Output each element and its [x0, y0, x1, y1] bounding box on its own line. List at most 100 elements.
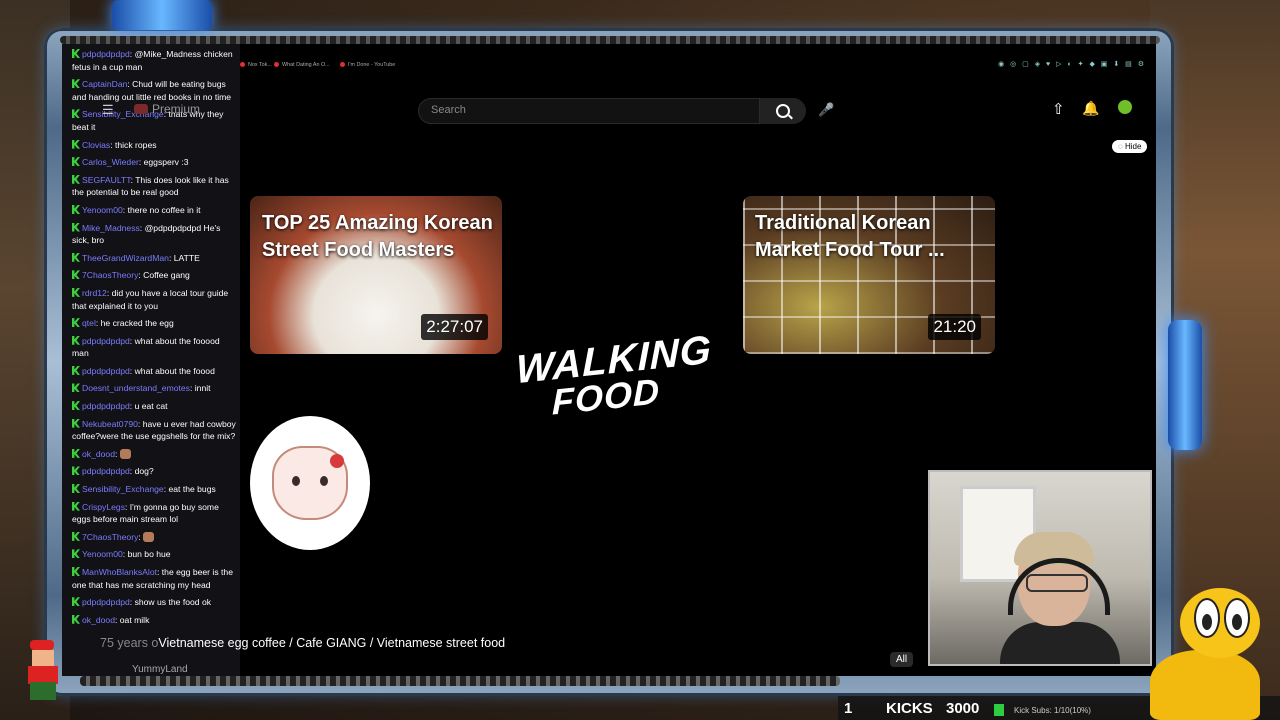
- kick-logo-icon: [994, 704, 1004, 716]
- video-title: TOP 25 Amazing Korean Street Food Master…: [262, 212, 493, 261]
- frame-top-bar: [60, 36, 1160, 44]
- chat-username[interactable]: CrispyLegs: [82, 502, 125, 512]
- chat-text: bun bo hue: [127, 549, 171, 560]
- youtube-logo[interactable]: Premium: [134, 102, 200, 116]
- chat-username[interactable]: Mike_Madness: [82, 223, 140, 233]
- microphone-icon[interactable]: 🎤: [818, 102, 834, 118]
- extension-icons[interactable]: ◉ ◎ ▢ ◈ ♥ ▷ ◐ ✦ ◆ ▣ ⬇ ▤ ⚙: [998, 60, 1146, 68]
- chat-username[interactable]: pdpdpdpdpd: [82, 401, 130, 411]
- chat-username[interactable]: SEGFAULTT: [82, 175, 131, 185]
- chat-text: eggsperv :3: [143, 157, 189, 168]
- kick-badge-icon: [72, 614, 80, 624]
- hide-button[interactable]: ◌ Hide: [1112, 140, 1148, 153]
- kick-badge-icon: [72, 252, 80, 262]
- chat-message: Yenoom00: there no coffee in it: [72, 204, 236, 217]
- chat-message: qtel: he cracked the egg: [72, 317, 236, 330]
- frame-bottom-bar: [80, 676, 840, 686]
- kick-badge-icon: [72, 79, 80, 89]
- kick-badge-icon: [72, 139, 80, 149]
- chat-message: Sensibility_Exchange: eat the bugs: [72, 483, 236, 496]
- kick-badge-icon: [72, 287, 80, 297]
- chat-text: dog?: [134, 466, 154, 477]
- avatar[interactable]: [1118, 100, 1132, 114]
- chat-message: Nekubeat0790: have u ever had cowboy cof…: [72, 418, 236, 442]
- chat-username[interactable]: 7ChaosTheory: [82, 532, 138, 542]
- upload-icon[interactable]: ⇧: [1052, 100, 1065, 118]
- chat-username[interactable]: ManWhoBlanksAlot: [82, 567, 157, 577]
- chat-username[interactable]: ok_dood: [82, 615, 115, 625]
- kick-badge-icon: [72, 270, 80, 280]
- kick-badge-icon: [72, 365, 80, 375]
- chat-list: pdpdpdpdpd: @Mike_Madness chicken fetus …: [72, 48, 236, 626]
- chat-username[interactable]: pdpdpdpdpd: [82, 466, 130, 476]
- emote-icon: [119, 448, 131, 459]
- walking-food-logo: WALKING FOOD: [516, 327, 712, 423]
- chat-text: he cracked the egg: [100, 318, 174, 329]
- channel-name: YummyLand: [132, 664, 188, 675]
- mario-character: [22, 636, 68, 706]
- chat-text: eat the bugs: [168, 484, 216, 495]
- chat-username[interactable]: ok_dood: [82, 449, 115, 459]
- filter-chip-all[interactable]: All: [890, 652, 914, 667]
- kick-badge-icon: [72, 335, 80, 345]
- kick-badge-icon: [72, 466, 80, 476]
- chat-username[interactable]: Sensibility_Exchange: [82, 484, 164, 494]
- search-icon: [776, 104, 790, 118]
- video-card[interactable]: Traditional Korean Market Food Tour ... …: [743, 196, 995, 354]
- kicks-count: 1: [844, 700, 853, 717]
- kick-badge-icon: [72, 531, 80, 541]
- kicks-label: KICKS: [886, 700, 933, 717]
- chat-message: ok_dood: oat milk: [72, 614, 236, 627]
- chat-username[interactable]: Nekubeat0790: [82, 419, 138, 429]
- webcam-feed: [928, 470, 1152, 666]
- kick-badge-icon: [72, 204, 80, 214]
- bell-icon[interactable]: 🔔: [1082, 100, 1099, 117]
- chat-username[interactable]: Doesnt_understand_emotes: [82, 383, 190, 393]
- chat-text: LATTE: [173, 252, 200, 263]
- chat-message: pdpdpdpdpd: u eat cat: [72, 400, 236, 413]
- chat-username[interactable]: pdpdpdpdpd: [82, 49, 130, 59]
- chat-message: Clovias: thick ropes: [72, 139, 236, 152]
- chat-username[interactable]: TheeGrandWizardMan: [82, 253, 169, 263]
- browser-tab[interactable]: Nox Tok...: [240, 62, 272, 68]
- kick-badge-icon: [72, 157, 80, 167]
- kick-badge-icon: [72, 383, 80, 393]
- browser-tab[interactable]: I'm Done - YouTube: [340, 62, 395, 68]
- kick-badge-icon: [72, 501, 80, 511]
- kick-badge-icon: [72, 448, 80, 458]
- browser-tab[interactable]: What Dating An O...: [274, 62, 330, 68]
- video-duration: 2:27:07: [421, 314, 488, 340]
- chat-username[interactable]: Clovias: [82, 140, 110, 150]
- chat-username[interactable]: CaptainDan: [82, 79, 127, 89]
- chat-message: SEGFAULTT: This does look like it has th…: [72, 174, 229, 198]
- video-card[interactable]: TOP 25 Amazing Korean Street Food Master…: [250, 196, 502, 354]
- chat-username[interactable]: rdrd12: [82, 288, 107, 298]
- kick-badge-icon: [72, 318, 80, 328]
- chat-username[interactable]: pdpdpdpdpd: [82, 336, 130, 346]
- chat-text: innit: [194, 383, 211, 394]
- chat-username[interactable]: qtel: [82, 318, 96, 328]
- chat-text: oat milk: [119, 614, 150, 625]
- chat-username[interactable]: 7ChaosTheory: [82, 270, 138, 280]
- chat-username[interactable]: Carlos_Wieder: [82, 157, 139, 167]
- chat-username[interactable]: Yenoom00: [82, 549, 123, 559]
- chat-username[interactable]: pdpdpdpdpd: [82, 366, 130, 376]
- search-button[interactable]: [760, 98, 806, 124]
- chat-username[interactable]: pdpdpdpdpd: [82, 597, 130, 607]
- kick-badge-icon: [72, 549, 80, 559]
- chat-text: u eat cat: [134, 401, 168, 412]
- kick-badge-icon: [72, 49, 80, 58]
- chat-text: what about the foood: [134, 365, 215, 376]
- menu-icon[interactable]: ☰: [102, 102, 114, 118]
- kick-badge-icon: [72, 109, 80, 119]
- kicks-value: 3000: [946, 700, 980, 717]
- chat-username[interactable]: Yenoom00: [82, 205, 123, 215]
- search-input[interactable]: Search: [418, 98, 760, 124]
- chat-text: Coffee gang: [143, 270, 190, 281]
- chat-message: ok_dood:: [72, 448, 236, 461]
- chat-text: show us the food ok: [134, 597, 212, 608]
- emote-icon: [143, 531, 155, 542]
- chat-message: Carlos_Wieder: eggsperv :3: [72, 156, 236, 169]
- kick-badge-icon: [72, 174, 80, 184]
- kick-badge-icon: [72, 401, 80, 411]
